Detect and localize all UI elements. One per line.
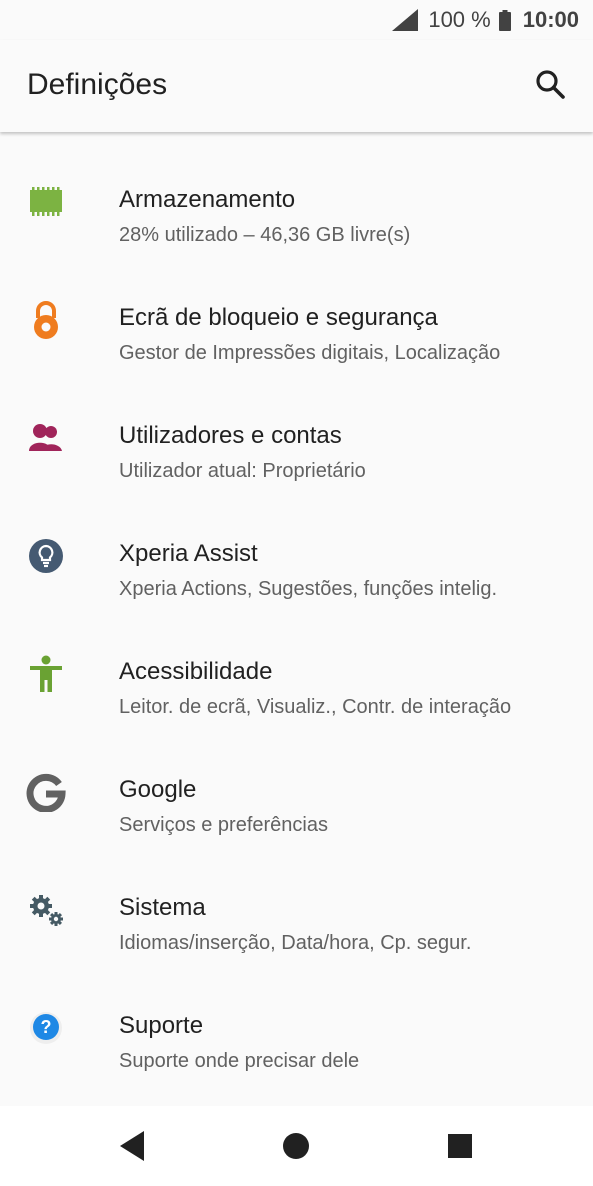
help-icon: ? [22,1004,70,1052]
settings-item-users-accounts[interactable]: Utilizadores e contas Utilizador atual: … [0,368,593,486]
settings-item-label: Suporte [119,1012,204,1039]
battery-icon [498,9,511,31]
settings-item-label: Google [119,776,197,803]
lock-icon [22,296,70,344]
battery-percent: 100 % [428,7,491,32]
page-title: Definições [27,68,168,101]
users-icon [22,414,70,462]
app-bar: Definições [0,40,593,132]
search-button[interactable] [531,65,571,105]
clock: 10:00 [522,7,579,32]
google-icon [22,768,70,816]
search-icon [536,70,565,99]
settings-item-accessibility[interactable]: Acessibilidade Leitor. de ecrã, Visualiz… [0,604,593,722]
settings-item-label: Armazenamento [119,186,296,213]
settings-item-storage[interactable]: Armazenamento 28% utilizado – 46,36 GB l… [0,132,593,250]
settings-item-label: Xperia Assist [119,540,258,567]
settings-item-subtitle: 28% utilizado – 46,36 GB livre(s) [119,224,411,246]
settings-screen: 100 % 10:00 Definições Armazenamento 28%… [0,0,593,1186]
signal-icon [392,9,419,31]
settings-item-subtitle: Gestor de Impressões digitais, Localizaç… [119,342,501,364]
settings-item-subtitle: Xperia Actions, Sugestões, funções intel… [119,578,498,600]
status-bar: 100 % 10:00 [0,0,593,40]
settings-item-label: Ecrã de bloqueio e segurança [119,304,438,331]
lightbulb-icon [22,532,70,580]
home-icon [283,1133,309,1159]
back-icon [120,1131,144,1161]
settings-item-label: Acessibilidade [119,658,273,685]
storage-chip-icon [22,178,70,226]
settings-item-subtitle: Suporte onde precisar dele [119,1050,360,1072]
settings-item-google[interactable]: Google Serviços e preferências [0,722,593,840]
navigation-bar [0,1106,593,1186]
recents-button[interactable] [438,1124,482,1168]
settings-item-subtitle: Leitor. de ecrã, Visualiz., Contr. de in… [119,696,512,718]
gears-icon [22,886,70,934]
back-button[interactable] [110,1124,154,1168]
settings-item-xperia-assist[interactable]: Xperia Assist Xperia Actions, Sugestões,… [0,486,593,604]
accessibility-icon [22,650,70,698]
home-button[interactable] [274,1124,318,1168]
recents-icon [448,1134,472,1158]
settings-item-label: Sistema [119,894,206,921]
settings-list: Armazenamento 28% utilizado – 46,36 GB l… [0,132,593,1106]
settings-item-subtitle: Serviços e preferências [119,814,328,836]
settings-item-label: Utilizadores e contas [119,422,342,449]
settings-item-system[interactable]: Sistema Idiomas/inserção, Data/hora, Cp.… [0,840,593,958]
settings-item-support[interactable]: ? Suporte Suporte onde precisar dele [0,958,593,1076]
settings-item-lock-screen-security[interactable]: Ecrã de bloqueio e segurança Gestor de I… [0,250,593,368]
svg-text:?: ? [41,1017,52,1037]
settings-item-subtitle: Utilizador atual: Proprietário [119,460,366,482]
settings-item-subtitle: Idiomas/inserção, Data/hora, Cp. segur. [119,932,472,954]
